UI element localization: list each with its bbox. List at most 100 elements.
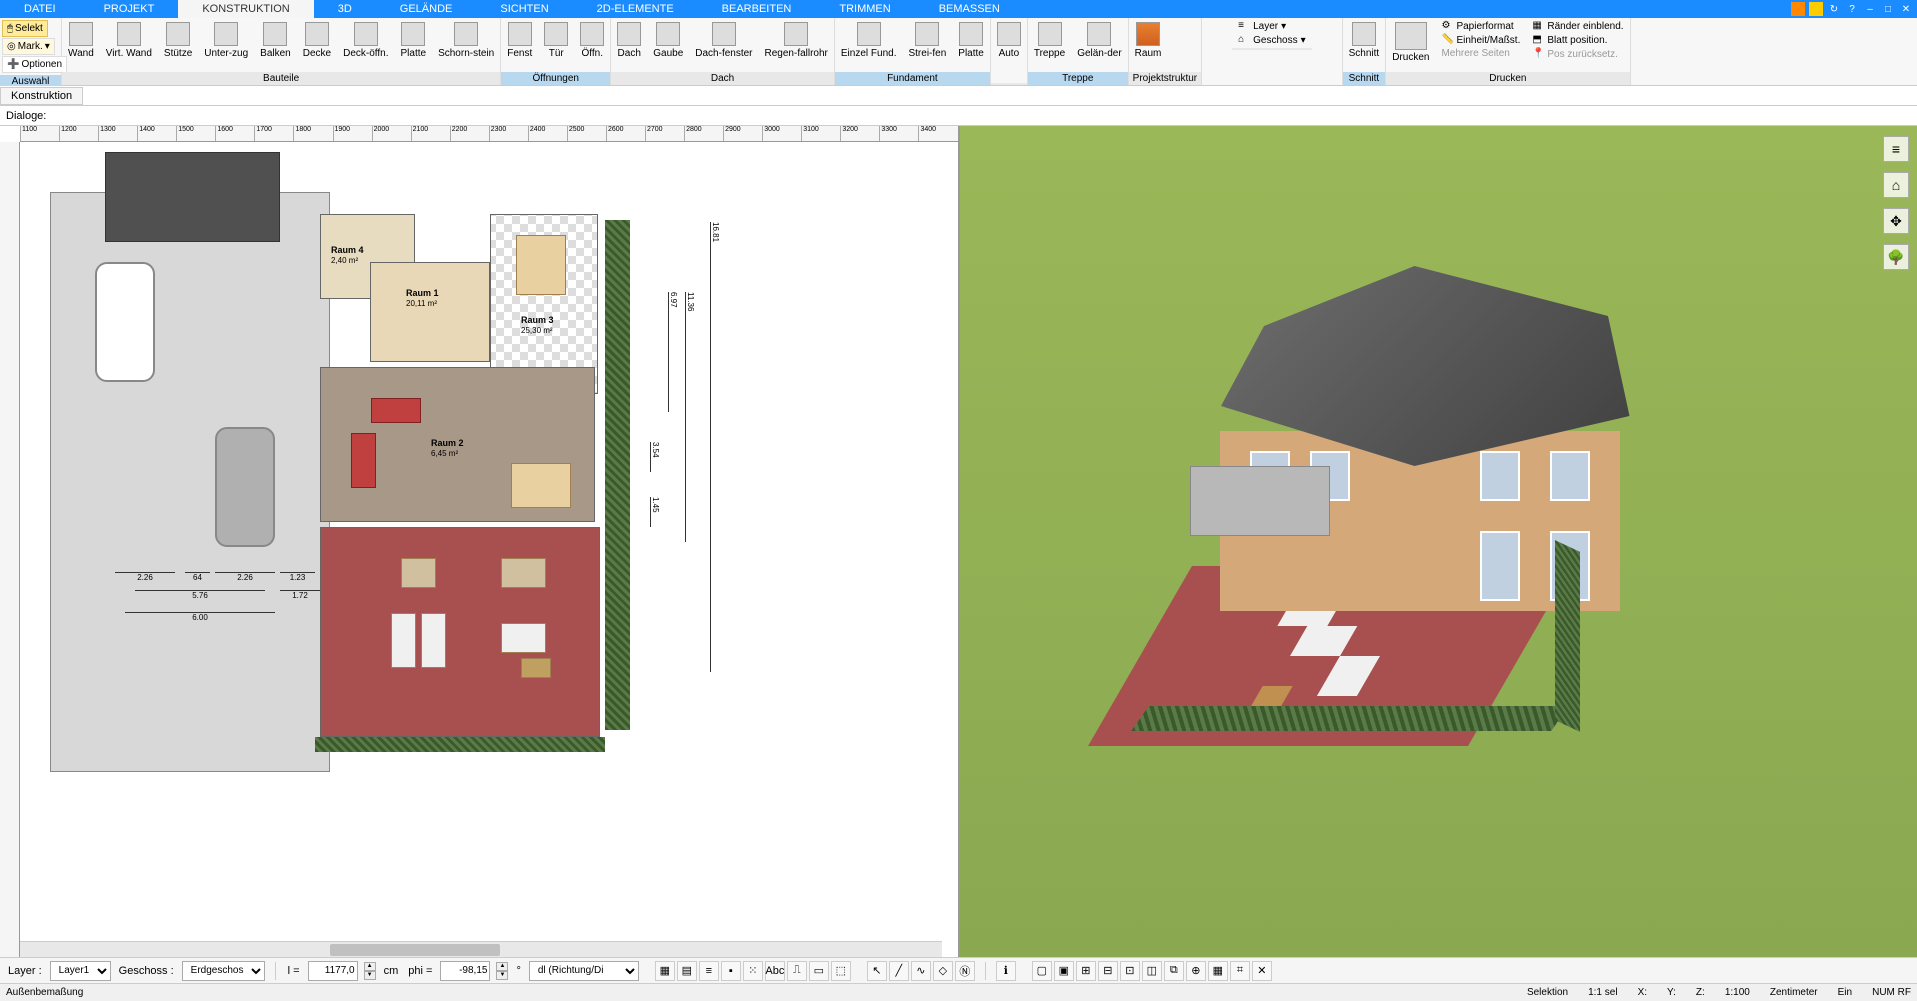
tab-datei[interactable]: DATEI xyxy=(0,0,80,18)
hatch-icon[interactable]: ▤ xyxy=(677,961,697,981)
canvas-2d[interactable]: Raum 42,40 m² Raum 120,11 m² Raum 325,30… xyxy=(20,142,958,941)
balcony-3d[interactable] xyxy=(1190,466,1330,536)
lounger-1[interactable] xyxy=(391,613,416,668)
cursor-icon[interactable]: ↖ xyxy=(867,961,887,981)
driveway[interactable] xyxy=(50,192,330,772)
phi-spinner[interactable]: ▲▼ xyxy=(496,962,508,980)
maximize-icon[interactable]: □ xyxy=(1881,2,1895,16)
north-icon[interactable]: Ⓝ xyxy=(955,961,975,981)
window-3d-5[interactable] xyxy=(1480,531,1520,601)
blatt-button[interactable]: ⬒Blatt position. xyxy=(1532,34,1623,46)
up-icon[interactable]: ▲ xyxy=(364,962,376,971)
gaube-button[interactable]: Gaube xyxy=(647,20,689,61)
platte-button[interactable]: Platte xyxy=(395,20,433,61)
view2-icon[interactable]: ▣ xyxy=(1054,961,1074,981)
info-icon[interactable]: ℹ xyxy=(996,961,1016,981)
virt-wand-button[interactable]: Virt. Wand xyxy=(100,20,158,61)
text-icon[interactable]: Abc xyxy=(765,961,785,981)
options-button[interactable]: ➕Optionen xyxy=(2,56,67,73)
mehrere-button[interactable]: Mehrere Seiten xyxy=(1441,48,1520,59)
stuetze-button[interactable]: Stütze xyxy=(158,20,198,61)
regenfallrohr-button[interactable]: Regen-fallrohr xyxy=(759,20,834,61)
view9-icon[interactable]: ▦ xyxy=(1208,961,1228,981)
rect-icon[interactable]: ▭ xyxy=(809,961,829,981)
raender-button[interactable]: ▦Ränder einblend. xyxy=(1532,20,1623,32)
window-3d-4[interactable] xyxy=(1550,451,1590,501)
scrollbar-thumb[interactable] xyxy=(330,944,500,956)
path-icon[interactable]: ∿ xyxy=(911,961,931,981)
einheit-button[interactable]: 📏Einheit/Maßst. xyxy=(1441,34,1520,46)
view-3d[interactable]: ≡ ⌂ ✥ 🌳 xyxy=(960,126,1917,957)
fundplatte-button[interactable]: Platte xyxy=(952,20,990,61)
schornstein-button[interactable]: Schorn-stein xyxy=(432,20,500,61)
decke-button[interactable]: Decke xyxy=(297,20,337,61)
schnitt-button[interactable]: Schnitt xyxy=(1343,20,1386,61)
direction-select[interactable]: dl (Richtung/Di xyxy=(529,961,639,981)
geschoss-select[interactable]: Erdgeschos xyxy=(182,961,265,981)
down-icon[interactable]: ▼ xyxy=(496,971,508,980)
tab-3d[interactable]: 3D xyxy=(314,0,376,18)
fill-icon[interactable]: ▦ xyxy=(655,961,675,981)
room-2[interactable]: Raum 26,45 m² xyxy=(320,367,595,522)
drucken-button[interactable]: Drucken xyxy=(1386,20,1435,65)
tab-trimmen[interactable]: TRIMMEN xyxy=(815,0,914,18)
close-view-icon[interactable]: ✕ xyxy=(1252,961,1272,981)
house-3d[interactable] xyxy=(1080,266,1680,686)
tuer-button[interactable]: Tür xyxy=(538,20,574,61)
geschoss-dropdown[interactable]: ⌂Geschoss▾ xyxy=(1238,34,1306,46)
pos-button[interactable]: 📍Pos zurücksetz. xyxy=(1532,48,1623,60)
konstruktion-tab[interactable]: Konstruktion xyxy=(0,87,83,105)
dining-table[interactable] xyxy=(516,235,566,295)
view3-icon[interactable]: ⊞ xyxy=(1076,961,1096,981)
tab-gelaende[interactable]: GELÄNDE xyxy=(376,0,477,18)
sofa-1[interactable] xyxy=(371,398,421,423)
raum-button[interactable]: Raum xyxy=(1129,20,1168,61)
side-table[interactable] xyxy=(521,658,551,678)
papierformat-button[interactable]: ⚙Papierformat xyxy=(1441,20,1520,32)
view6-icon[interactable]: ◫ xyxy=(1142,961,1162,981)
dach-button[interactable]: Dach xyxy=(611,20,647,61)
coffee-table[interactable] xyxy=(511,463,571,508)
lines-icon[interactable]: ≡ xyxy=(699,961,719,981)
view-2d[interactable]: 11001200 13001400 15001600 17001800 1900… xyxy=(0,126,960,957)
l-input[interactable] xyxy=(308,961,358,981)
dots-icon[interactable]: ⁙ xyxy=(743,961,763,981)
l-spinner[interactable]: ▲▼ xyxy=(364,962,376,980)
view1-icon[interactable]: ▢ xyxy=(1032,961,1052,981)
tab-2d-elemente[interactable]: 2D-ELEMENTE xyxy=(573,0,698,18)
tab-bemassen[interactable]: BEMASSEN xyxy=(915,0,1024,18)
orbit-tool-icon[interactable]: ✥ xyxy=(1883,208,1909,234)
deck-oeffn-button[interactable]: Deck-öffn. xyxy=(337,20,394,61)
hedge-3d-right[interactable] xyxy=(1555,540,1580,732)
terrace-table-1[interactable] xyxy=(401,558,436,588)
tab-projekt[interactable]: PROJEKT xyxy=(80,0,179,18)
fenster-button[interactable]: Fenst xyxy=(501,20,538,61)
view7-icon[interactable]: ⧉ xyxy=(1164,961,1184,981)
snap-icon[interactable]: ⎍ xyxy=(787,961,807,981)
tree-tool-icon[interactable]: 🌳 xyxy=(1883,244,1909,270)
layer-select[interactable]: Layer1 xyxy=(50,961,111,981)
icon-1[interactable] xyxy=(1791,2,1805,16)
lounger-3d-2[interactable] xyxy=(1290,626,1357,656)
hedge-right[interactable] xyxy=(605,220,630,730)
phi-input[interactable] xyxy=(440,961,490,981)
terrace-seat[interactable] xyxy=(501,623,546,653)
garage[interactable] xyxy=(105,152,280,242)
icon-2[interactable] xyxy=(1809,2,1823,16)
view8-icon[interactable]: ⊕ xyxy=(1186,961,1206,981)
tab-sichten[interactable]: SICHTEN xyxy=(476,0,572,18)
terrace[interactable] xyxy=(320,527,600,737)
balken-button[interactable]: Balken xyxy=(254,20,297,61)
scrollbar-h[interactable] xyxy=(20,941,942,957)
up-icon[interactable]: ▲ xyxy=(496,962,508,971)
select-button[interactable]: 🖱Selekt xyxy=(2,20,48,37)
auto-button[interactable]: Auto xyxy=(991,20,1027,61)
treppe-button[interactable]: Treppe xyxy=(1028,20,1071,61)
terrace-table-2[interactable] xyxy=(501,558,546,588)
view10-icon[interactable]: ⌗ xyxy=(1230,961,1250,981)
car-1[interactable] xyxy=(95,262,155,382)
poly-icon[interactable]: ◇ xyxy=(933,961,953,981)
grid-icon[interactable]: ▪ xyxy=(721,961,741,981)
lounger-2[interactable] xyxy=(421,613,446,668)
oeffn-button[interactable]: Öffn. xyxy=(574,20,610,61)
